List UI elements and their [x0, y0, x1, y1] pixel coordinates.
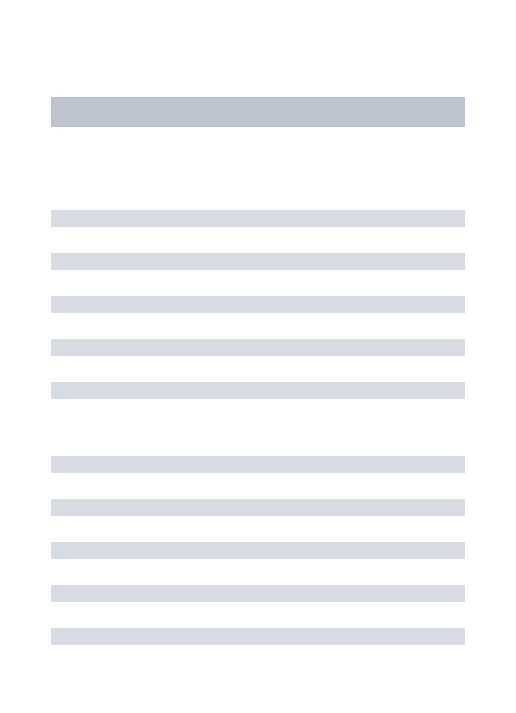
text-line-placeholder: [51, 210, 465, 227]
text-line-placeholder: [51, 253, 465, 270]
paragraph-section-2: [51, 456, 465, 645]
text-line-placeholder: [51, 628, 465, 645]
text-line-placeholder: [51, 296, 465, 313]
header-placeholder: [51, 97, 465, 127]
text-line-placeholder: [51, 499, 465, 516]
text-line-placeholder: [51, 456, 465, 473]
text-line-placeholder: [51, 542, 465, 559]
page-container: [0, 0, 516, 645]
text-line-placeholder: [51, 382, 465, 399]
paragraph-section-1: [51, 210, 465, 399]
text-line-placeholder: [51, 585, 465, 602]
text-line-placeholder: [51, 339, 465, 356]
